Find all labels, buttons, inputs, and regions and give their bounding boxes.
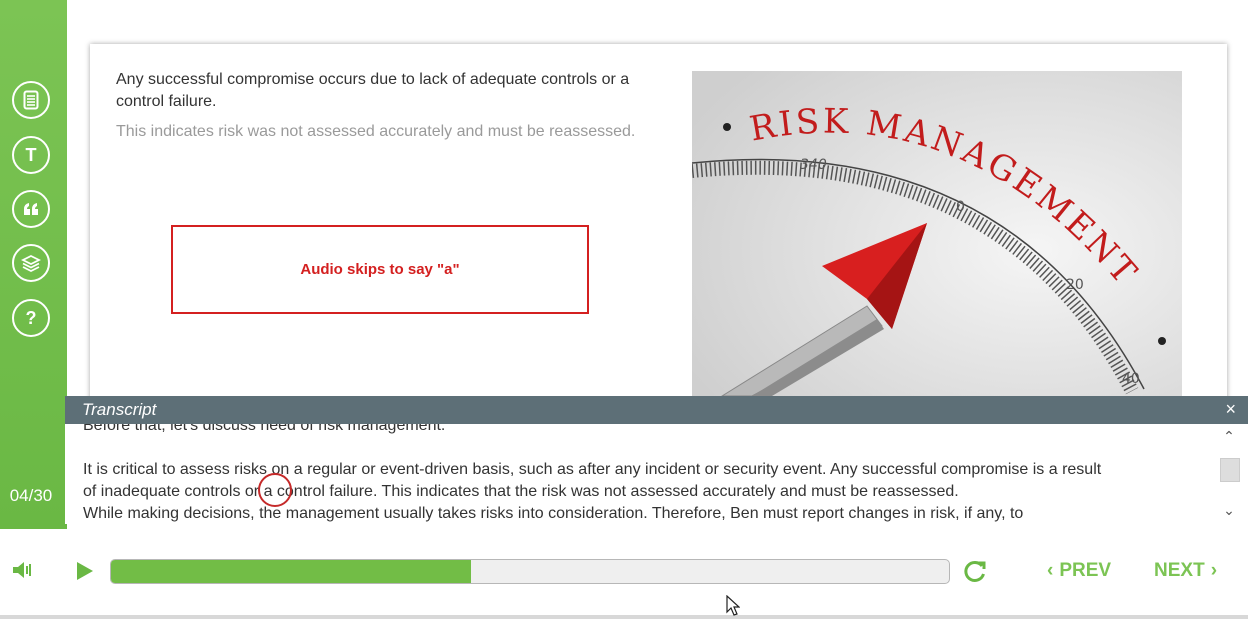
chevron-up-icon[interactable]: ⌃ (1218, 428, 1240, 446)
scroll-thumb[interactable] (1220, 458, 1240, 482)
layers-button[interactable] (12, 244, 50, 282)
transcript-scrollbar[interactable]: ⌃ ⌄ (1218, 428, 1240, 520)
help-icon: ? (25, 307, 37, 328)
next-label: NEXT (1154, 560, 1205, 581)
slide-counter: 04/30 (9, 486, 53, 505)
close-icon[interactable]: × (1225, 399, 1236, 420)
tick-label: 20 (1066, 277, 1084, 293)
transcript-title: Transcript (82, 400, 157, 419)
notes-button[interactable] (12, 81, 50, 119)
tick-label: 0 (956, 199, 965, 215)
sidebar: T ? 04/30 (0, 0, 67, 529)
transcript-panel: Transcript × Before that, let's discuss … (65, 396, 1248, 524)
progress-fill (111, 560, 472, 583)
chevron-left-icon: ‹ (1047, 560, 1054, 581)
transcript-line: Before that, let's discuss need of risk … (83, 424, 446, 434)
transcript-text: Before that, let's discuss need of risk … (65, 424, 1215, 524)
annotation-circle (258, 473, 292, 507)
slide-paragraph-1: Any successful compromise occurs due to … (116, 71, 630, 110)
bottom-divider (0, 615, 1248, 619)
replay-icon[interactable] (962, 559, 988, 590)
help-button[interactable]: ? (12, 299, 50, 337)
slide-content: Any successful compromise occurs due to … (90, 44, 1227, 404)
slide-paragraph-2: This indicates risk was not assessed acc… (116, 123, 636, 140)
next-button[interactable]: NEXT › (1154, 560, 1217, 582)
layers-icon (21, 253, 41, 273)
play-icon[interactable] (76, 561, 94, 586)
quote-icon (22, 202, 40, 216)
chevron-right-icon: › (1210, 560, 1218, 581)
chevron-down-icon[interactable]: ⌄ (1218, 502, 1240, 520)
transcript-line: It is critical to assess risks on a regu… (83, 461, 1102, 478)
quote-button[interactable] (12, 190, 50, 228)
tick-label: 340 (800, 157, 827, 173)
prev-label: PREV (1059, 560, 1112, 581)
prev-button[interactable]: ‹ PREV (1047, 560, 1111, 582)
annotation-text: Audio skips to say "a" (300, 261, 460, 278)
annotation-box: Audio skips to say "a" (171, 225, 589, 314)
transcript-line: of inadequate controls or a control fail… (83, 483, 959, 500)
volume-icon[interactable] (12, 560, 34, 585)
progress-bar[interactable] (110, 559, 950, 584)
player-controls: ‹ PREV NEXT › (0, 529, 1248, 619)
text-button[interactable]: T (12, 136, 50, 174)
transcript-header: Transcript × (65, 396, 1248, 424)
text-icon: T (25, 144, 37, 165)
transcript-line: While making decisions, the management u… (83, 505, 1024, 522)
risk-management-image: RISK MANAGEMENT 340 0 20 40 (692, 71, 1182, 396)
mouse-cursor-icon (726, 594, 741, 622)
tick-label: 40 (1122, 371, 1140, 387)
notes-icon (23, 90, 39, 110)
